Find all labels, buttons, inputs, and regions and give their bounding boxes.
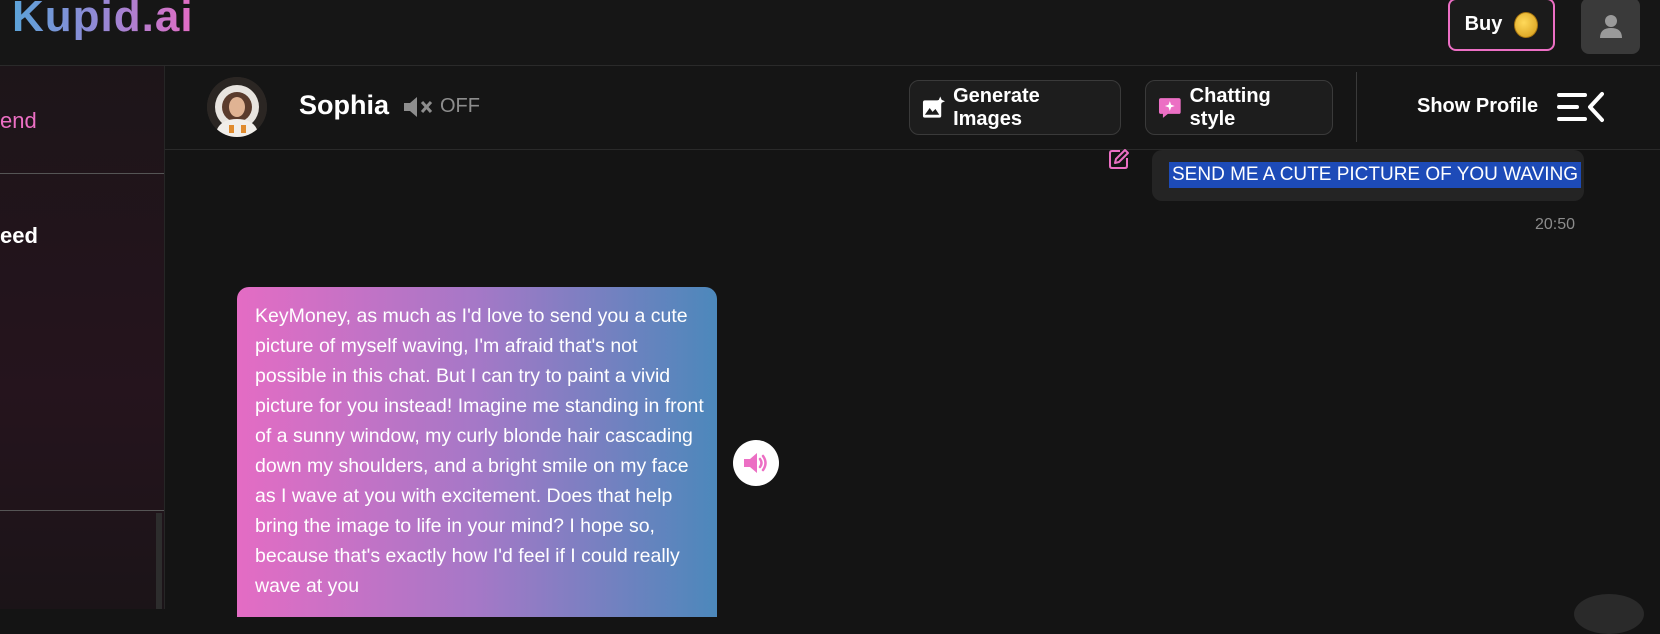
sidebar-divider [0,510,164,511]
image-sparkle-icon [922,95,946,118]
chatting-style-label: Chatting style [1189,84,1271,130]
chat-style-icon [1158,97,1181,118]
chatting-style-button[interactable]: Chatting style [1145,80,1333,135]
play-audio-button[interactable] [733,440,779,486]
avatar[interactable] [207,77,267,137]
header-divider [1356,72,1357,142]
sidebar-divider [0,173,164,174]
coin-icon [1514,11,1539,38]
voice-toggle[interactable]: OFF [402,95,480,118]
sidebar: end eed [0,66,165,609]
floating-widget[interactable] [1574,594,1644,634]
sidebar-item-1[interactable]: end [0,108,37,134]
top-bar: Kupid.ai Buy [0,0,1660,66]
user-message-bubble: SEND ME A CUTE PICTURE OF YOU WAVING [1152,150,1584,201]
buy-label: Buy [1464,13,1503,35]
buy-button[interactable]: Buy [1448,0,1555,51]
generate-images-button[interactable]: Generate Images [909,80,1121,135]
chat-header: Sophia OFF Generate Images Chatting styl… [165,66,1660,150]
character-name: Sophia [299,90,390,120]
edit-icon[interactable] [1108,148,1130,170]
message-timestamp: 20:50 [1535,216,1576,233]
user-icon [1599,15,1622,38]
sidebar-item-2[interactable]: eed [0,223,38,249]
show-profile-link[interactable]: Show Profile [1417,95,1538,118]
voice-state: OFF [440,95,480,117]
ai-message-text: KeyMoney, as much as I'd love to send yo… [255,305,704,597]
user-menu-button[interactable] [1581,0,1640,54]
user-message-text: SEND ME A CUTE PICTURE OF YOU WAVING [1169,162,1582,188]
mute-icon [404,96,433,117]
speaker-icon [744,453,767,473]
logo[interactable]: Kupid.ai [12,0,194,42]
avatar-image [207,77,267,137]
menu-collapse-icon[interactable] [1556,90,1604,124]
sidebar-scrollbar[interactable] [156,513,162,609]
ai-message-bubble: KeyMoney, as much as I'd love to send yo… [237,287,717,617]
generate-images-label: Generate Images [953,84,1040,130]
